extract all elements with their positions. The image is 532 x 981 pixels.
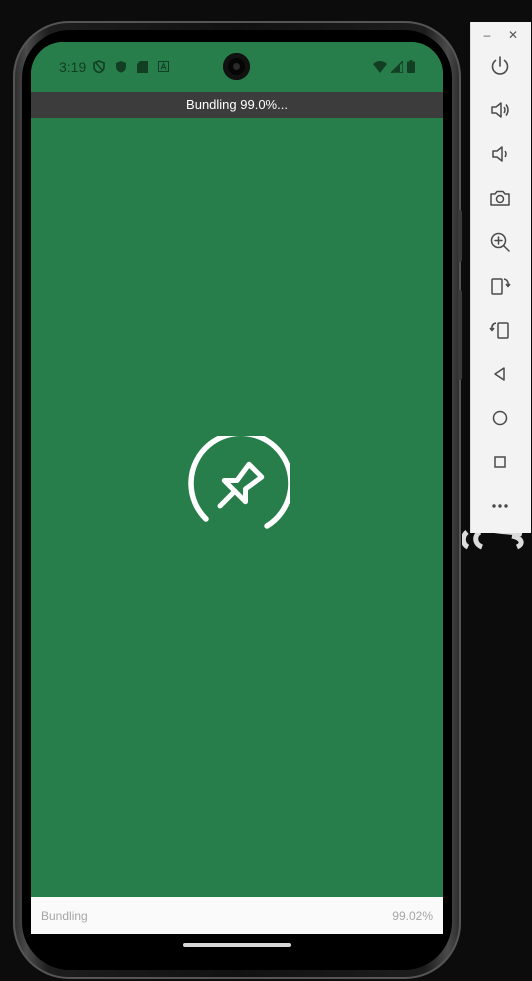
back-icon — [494, 367, 505, 381]
emulator-window: 3:19 Bundling 99.0%... Bundling 99.02% –… — [0, 0, 532, 981]
status-icons-right — [373, 60, 415, 73]
volume-down-icon — [492, 146, 507, 162]
screenshot-button[interactable] — [486, 184, 514, 212]
volume-down-button[interactable] — [486, 140, 514, 168]
more-button[interactable] — [486, 492, 514, 520]
pin-logo-icon — [188, 436, 290, 529]
zoom-button[interactable] — [486, 228, 514, 256]
font-icon — [158, 61, 169, 72]
home-button[interactable] — [486, 404, 514, 432]
gesture-nav-handle[interactable] — [183, 943, 291, 947]
wifi-icon — [373, 60, 387, 73]
power-icon — [491, 56, 509, 75]
more-icon — [492, 504, 508, 508]
bundling-percent: 99.02% — [392, 909, 433, 923]
bundling-banner: Bundling 99.0%... — [31, 92, 443, 118]
phone-screen: 3:19 Bundling 99.0%... Bundling 99.02% — [31, 42, 443, 934]
bundling-label: Bundling — [41, 909, 88, 923]
rotate-left-button[interactable] — [486, 272, 514, 300]
front-camera — [223, 53, 250, 80]
emulator-control-panel: – ✕ — [470, 22, 531, 533]
sd-card-icon — [137, 60, 148, 73]
rotate-right-icon — [489, 322, 509, 339]
home-icon — [492, 410, 508, 426]
battery-icon — [407, 60, 415, 73]
power-button[interactable] — [486, 52, 514, 80]
background-window-fragment — [462, 530, 524, 550]
power-side-button — [458, 210, 462, 262]
status-time: 3:19 — [59, 59, 87, 75]
bundling-status-bar: Bundling 99.02% — [31, 897, 443, 934]
cell-signal-icon — [391, 60, 403, 73]
zoom-in-icon — [490, 232, 510, 252]
overview-button[interactable] — [486, 448, 514, 476]
security-badge-icon — [116, 61, 126, 73]
close-button[interactable]: ✕ — [506, 28, 520, 42]
minimize-button[interactable]: – — [480, 28, 494, 42]
volume-up-icon — [491, 102, 509, 118]
volume-side-button — [458, 290, 462, 380]
camera-icon — [490, 190, 510, 206]
status-bar: 3:19 — [31, 42, 443, 92]
shield-icon — [93, 60, 105, 73]
rotate-right-button[interactable] — [486, 316, 514, 344]
rotate-left-icon — [491, 278, 511, 295]
volume-up-button[interactable] — [486, 96, 514, 124]
overview-icon — [494, 456, 506, 468]
status-icons-left — [93, 60, 169, 73]
back-button[interactable] — [486, 360, 514, 388]
